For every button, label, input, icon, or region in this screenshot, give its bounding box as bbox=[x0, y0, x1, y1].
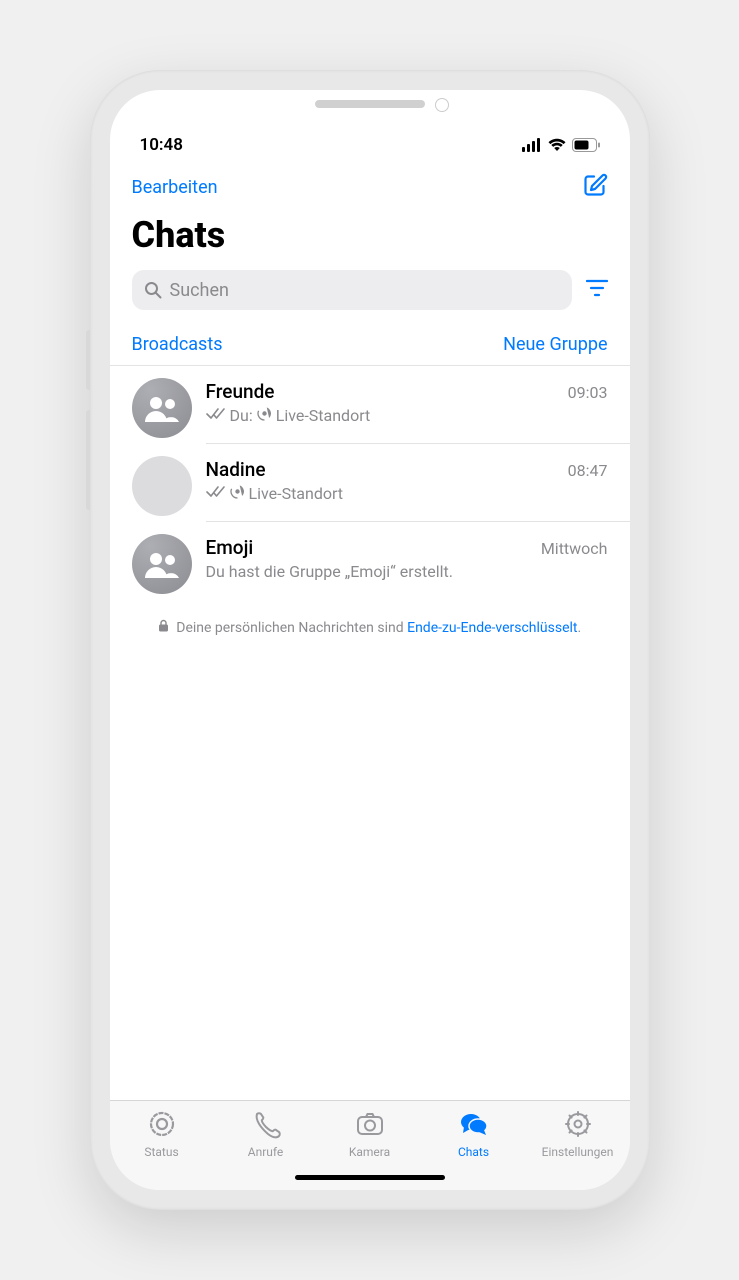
live-location-icon bbox=[230, 484, 245, 503]
chat-row[interactable]: Freunde 09:03 Du: Live-Standort bbox=[110, 366, 630, 444]
search-icon bbox=[144, 281, 162, 299]
title-row: Chats bbox=[110, 208, 630, 266]
message-text: Du hast die Gruppe „Emoji“ erstellt. bbox=[206, 562, 453, 581]
spacer bbox=[110, 659, 630, 1100]
avatar bbox=[132, 534, 192, 594]
page-title: Chats bbox=[132, 214, 608, 256]
tab-label: Kamera bbox=[349, 1145, 390, 1159]
battery-icon bbox=[572, 138, 600, 152]
avatar bbox=[132, 378, 192, 438]
encryption-text1: Deine persönlichen Nachrichten sind bbox=[176, 620, 407, 636]
encryption-link[interactable]: Ende-zu-Ende-verschlüsselt bbox=[407, 620, 577, 636]
tab-einstellungen[interactable]: Einstellungen bbox=[526, 1109, 630, 1190]
wifi-icon bbox=[548, 138, 566, 152]
chat-name: Freunde bbox=[206, 380, 275, 403]
read-ticks-icon bbox=[206, 406, 226, 425]
chat-list: Freunde 09:03 Du: Live-Standort Nadine 08:47 L… bbox=[110, 365, 630, 599]
settings-icon bbox=[563, 1109, 593, 1142]
chat-row[interactable]: Nadine 08:47 Live-Standort bbox=[110, 444, 630, 522]
chat-body: Nadine 08:47 Live-Standort bbox=[206, 456, 630, 522]
search-placeholder: Suchen bbox=[170, 280, 229, 301]
nav-bar: Bearbeiten bbox=[110, 160, 630, 208]
edit-button[interactable]: Bearbeiten bbox=[132, 177, 218, 198]
chat-message: Du hast die Gruppe „Emoji“ erstellt. bbox=[206, 562, 608, 581]
tab-status[interactable]: Status bbox=[110, 1109, 214, 1190]
status-time: 10:48 bbox=[140, 135, 183, 155]
chat-name: Emoji bbox=[206, 536, 254, 559]
signal-icon bbox=[522, 138, 542, 152]
screen: 10:48 Bearbeiten Chats Suchen bbox=[110, 90, 630, 1190]
search-row: Suchen bbox=[110, 266, 630, 316]
notch-area bbox=[110, 90, 630, 130]
search-input[interactable]: Suchen bbox=[132, 270, 572, 310]
chat-name: Nadine bbox=[206, 458, 266, 481]
compose-icon[interactable] bbox=[582, 172, 608, 202]
avatar bbox=[132, 456, 192, 516]
status-indicators bbox=[522, 138, 600, 152]
new-group-link[interactable]: Neue Gruppe bbox=[503, 334, 607, 355]
message-prefix: Du: bbox=[230, 406, 253, 425]
chat-body: Emoji Mittwoch Du hast die Gruppe „Emoji“ … bbox=[206, 534, 630, 599]
chat-time: Mittwoch bbox=[541, 539, 608, 558]
encryption-text2: . bbox=[578, 620, 582, 636]
chat-time: 09:03 bbox=[568, 383, 608, 402]
status-bar: 10:48 bbox=[110, 130, 630, 160]
tab-label: Einstellungen bbox=[542, 1145, 614, 1159]
tab-label: Chats bbox=[458, 1145, 489, 1159]
broadcasts-link[interactable]: Broadcasts bbox=[132, 334, 223, 355]
chat-body: Freunde 09:03 Du: Live-Standort bbox=[206, 378, 630, 444]
tab-label: Status bbox=[144, 1145, 178, 1159]
message-text: Live-Standort bbox=[249, 484, 344, 503]
filter-icon[interactable] bbox=[586, 279, 608, 301]
chat-message: Du: Live-Standort bbox=[206, 406, 608, 425]
status-icon bbox=[147, 1109, 177, 1142]
camera-icon bbox=[355, 1109, 385, 1142]
chats-icon bbox=[459, 1109, 489, 1142]
lock-icon bbox=[158, 620, 172, 636]
live-location-icon bbox=[257, 406, 272, 425]
notch bbox=[315, 100, 425, 108]
home-indicator bbox=[295, 1175, 445, 1180]
read-ticks-icon bbox=[206, 484, 226, 503]
phone-frame: 10:48 Bearbeiten Chats Suchen bbox=[90, 70, 650, 1210]
message-text: Live-Standort bbox=[276, 406, 371, 425]
encryption-note: Deine persönlichen Nachrichten sind Ende… bbox=[110, 599, 630, 659]
chat-message: Live-Standort bbox=[206, 484, 608, 503]
chat-time: 08:47 bbox=[568, 461, 608, 480]
calls-icon bbox=[251, 1109, 281, 1142]
tab-label: Anrufe bbox=[248, 1145, 284, 1159]
lists-row: Broadcasts Neue Gruppe bbox=[110, 316, 630, 365]
chat-row[interactable]: Emoji Mittwoch Du hast die Gruppe „Emoji“ … bbox=[110, 522, 630, 599]
